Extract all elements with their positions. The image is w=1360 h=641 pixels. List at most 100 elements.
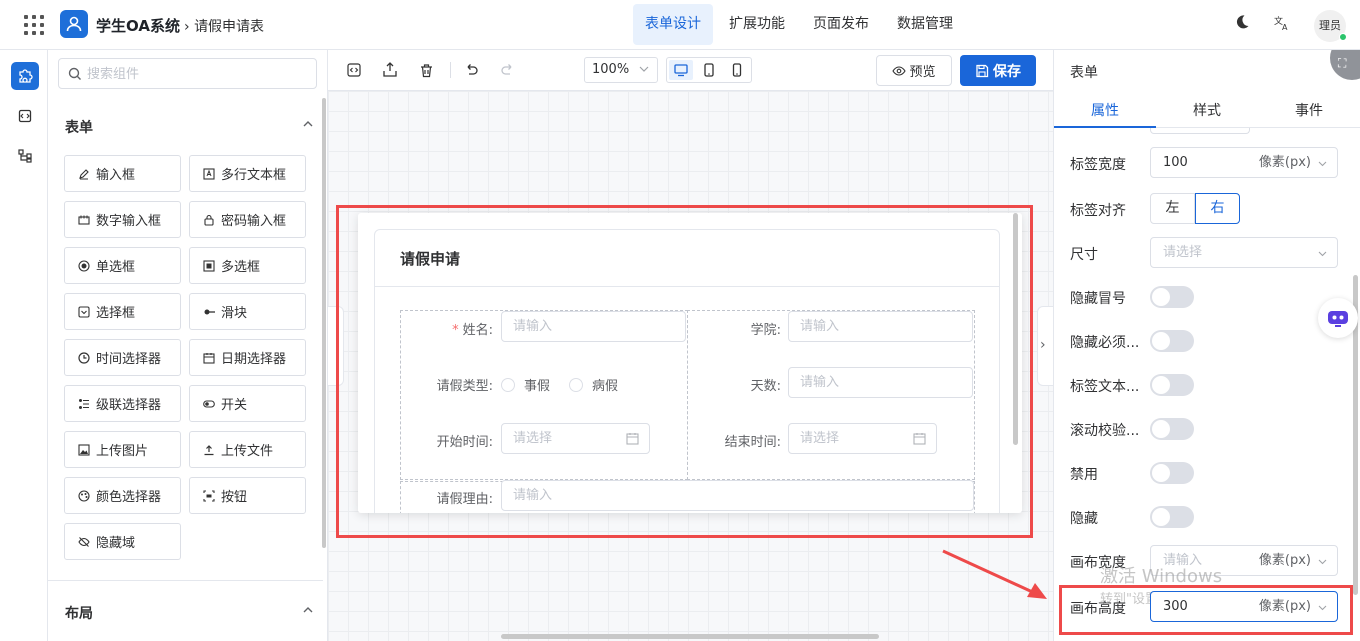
- tab-properties[interactable]: 属性: [1054, 100, 1156, 120]
- toolbar-divider: [450, 62, 451, 78]
- unit-select[interactable]: 像素(px): [1259, 546, 1311, 575]
- chevron-up-icon[interactable]: [301, 117, 315, 131]
- avatar[interactable]: 理员: [1314, 10, 1347, 42]
- component-upload-image[interactable]: 上传图片: [64, 431, 181, 468]
- undo-icon[interactable]: [461, 60, 481, 80]
- select-icon: [77, 305, 91, 319]
- moon-icon[interactable]: [1232, 14, 1252, 34]
- component-textarea[interactable]: 多行文本框: [189, 155, 306, 192]
- component-label: 开关: [221, 398, 248, 413]
- hide-required-switch[interactable]: [1150, 330, 1194, 352]
- tab-extensions[interactable]: 扩展功能: [717, 4, 797, 45]
- component-label: 上传图片: [96, 444, 149, 459]
- chevron-up-icon[interactable]: [301, 603, 315, 617]
- palette-icon: [77, 489, 91, 503]
- align-left-button[interactable]: 左: [1150, 193, 1195, 224]
- upload-icon: [202, 443, 216, 457]
- expand-icon: ⛶: [1338, 56, 1347, 70]
- import-icon[interactable]: [380, 60, 400, 80]
- app-title: 学生OA系统: [96, 17, 180, 35]
- component-search[interactable]: [58, 58, 317, 89]
- component-password[interactable]: 密码输入框: [189, 201, 306, 238]
- group-layout-header[interactable]: 布局: [65, 603, 315, 623]
- size-select[interactable]: 请选择: [1150, 237, 1338, 268]
- component-label: 级联选择器: [96, 398, 162, 413]
- college-input[interactable]: 请输入: [788, 311, 973, 342]
- expand-corner-button[interactable]: ⛶: [1330, 50, 1360, 80]
- code-icon[interactable]: [344, 60, 364, 80]
- switch-icon: [202, 397, 216, 411]
- name-input[interactable]: 请输入: [501, 311, 686, 342]
- redo-icon[interactable]: [497, 60, 517, 80]
- puzzle-icon[interactable]: [11, 62, 39, 90]
- component-label: 输入框: [96, 168, 136, 183]
- search-input[interactable]: [87, 64, 307, 84]
- card-divider: [375, 286, 999, 287]
- preview-button[interactable]: 预览: [876, 55, 952, 86]
- assistant-bot-button[interactable]: [1318, 298, 1358, 338]
- component-hidden-field[interactable]: 隐藏域: [64, 523, 181, 560]
- tab-data-management[interactable]: 数据管理: [885, 4, 965, 45]
- zoom-select[interactable]: 100%: [584, 57, 658, 83]
- canvas-horizontal-scrollbar[interactable]: [501, 634, 879, 639]
- tab-form-design[interactable]: 表单设计: [633, 4, 713, 45]
- unit-select[interactable]: 像素(px): [1259, 148, 1311, 177]
- component-cascader[interactable]: 级联选择器: [64, 385, 181, 422]
- component-label: 数字输入框: [96, 214, 162, 229]
- component-number-input[interactable]: 数字输入框: [64, 201, 181, 238]
- disabled-switch[interactable]: [1150, 462, 1194, 484]
- scroll-validate-switch[interactable]: [1150, 418, 1194, 440]
- radio-personal-leave[interactable]: 事假: [501, 375, 550, 394]
- component-label: 选择框: [96, 306, 136, 321]
- designer-toolbar: 100% 预览 保存: [328, 50, 1053, 91]
- apps-grid-icon[interactable]: [24, 15, 44, 35]
- device-switcher: [666, 57, 752, 83]
- right-collapse-tab[interactable]: ›: [1037, 306, 1053, 386]
- save-label: 保存: [993, 63, 1021, 80]
- tree-structure-icon[interactable]: [11, 142, 39, 170]
- breadcrumb[interactable]: › 请假申请表: [184, 16, 264, 36]
- component-time-picker[interactable]: 时间选择器: [64, 339, 181, 376]
- component-panel: 表单 输入框 多行文本框 数字输入框 密码输入框 单选框 多选框: [48, 50, 328, 641]
- required-asterisk: *: [452, 323, 459, 338]
- hide-colon-switch[interactable]: [1150, 286, 1194, 308]
- component-select[interactable]: 选择框: [64, 293, 181, 330]
- tablet-icon[interactable]: [697, 60, 721, 80]
- component-date-picker[interactable]: 日期选择器: [189, 339, 306, 376]
- component-color-picker[interactable]: 颜色选择器: [64, 477, 181, 514]
- tab-style[interactable]: 样式: [1156, 100, 1258, 120]
- component-input[interactable]: 输入框: [64, 155, 181, 192]
- sheet-scrollbar[interactable]: [1013, 213, 1018, 445]
- radio-sick-leave[interactable]: 病假: [569, 375, 618, 394]
- hidden-switch[interactable]: [1150, 506, 1194, 528]
- component-switch[interactable]: 开关: [189, 385, 306, 422]
- days-input[interactable]: 请输入: [788, 367, 973, 398]
- mobile-icon[interactable]: [725, 60, 749, 80]
- label-width-input[interactable]: 100 像素(px): [1150, 147, 1338, 178]
- save-button[interactable]: 保存: [960, 55, 1036, 86]
- reason-input[interactable]: 请输入: [501, 480, 974, 511]
- align-right-button[interactable]: 右: [1195, 193, 1240, 224]
- form-card[interactable]: 请假申请 * 姓名: 请输入 学院: 请输入 请假类型: 事假 病假 天数: 请输…: [374, 229, 1000, 513]
- desktop-icon[interactable]: [669, 60, 693, 80]
- start-time-picker[interactable]: 请选择: [501, 423, 650, 454]
- label-text-switch[interactable]: [1150, 374, 1194, 396]
- component-checkbox[interactable]: 多选框: [189, 247, 306, 284]
- translate-icon[interactable]: 文A: [1272, 14, 1292, 34]
- form-sheet[interactable]: 请假申请 * 姓名: 请输入 学院: 请输入 请假类型: 事假 病假 天数: 请输…: [358, 213, 1022, 513]
- end-time-picker[interactable]: 请选择: [788, 423, 937, 454]
- component-upload-file[interactable]: 上传文件: [189, 431, 306, 468]
- component-radio[interactable]: 单选框: [64, 247, 181, 284]
- calendar-icon: [913, 433, 926, 445]
- code-brackets-icon[interactable]: [11, 102, 39, 130]
- property-panel-title: 表单: [1070, 65, 1098, 81]
- start-time-label: 开始时间:: [436, 435, 493, 450]
- component-button[interactable]: 按钮: [189, 477, 306, 514]
- trash-icon[interactable]: [416, 60, 436, 80]
- panel-scrollbar[interactable]: [322, 98, 326, 548]
- property-tabs: 属性 样式 事件: [1054, 90, 1360, 128]
- component-slider[interactable]: 滑块: [189, 293, 306, 330]
- group-form-header[interactable]: 表单: [65, 117, 315, 137]
- tab-events[interactable]: 事件: [1258, 100, 1360, 120]
- tab-page-publish[interactable]: 页面发布: [801, 4, 881, 45]
